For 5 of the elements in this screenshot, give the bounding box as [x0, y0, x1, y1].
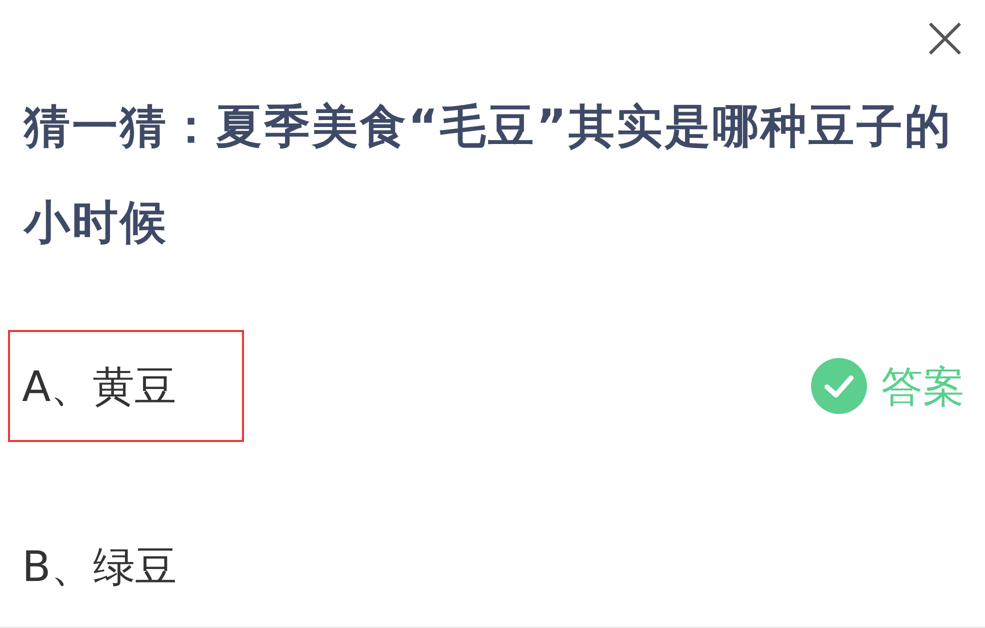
option-item[interactable]: B、绿豆 [8, 510, 244, 622]
close-button[interactable]: × [919, 4, 971, 70]
answer-tag: 答案 [881, 354, 965, 418]
option-item[interactable]: A、黄豆 [8, 330, 244, 442]
question-text: 猜一猜：夏季美食“毛豆”其实是哪种豆子的小时候 [22, 98, 954, 251]
